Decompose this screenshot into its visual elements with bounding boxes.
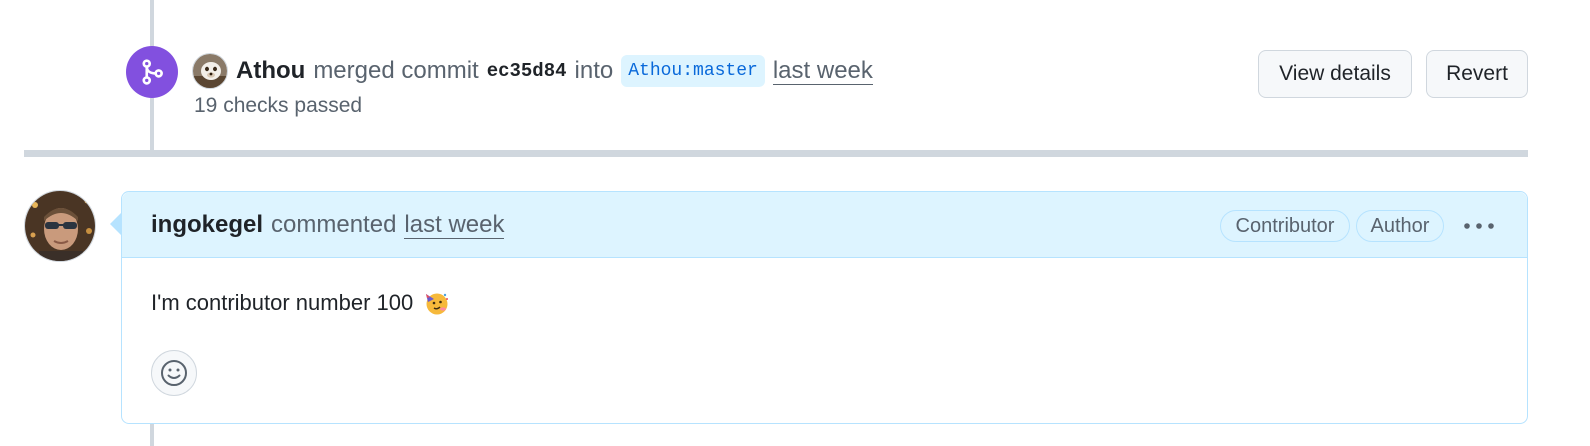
- comment-body: I'm contributor number 100: [151, 290, 449, 316]
- merge-summary: Athou merged commit ec35d84 into Athou:m…: [236, 52, 873, 90]
- comment-card: ingokegel commented last week Contributo…: [121, 191, 1528, 424]
- contributor-label: Contributor: [1220, 210, 1350, 242]
- timeline-divider: [24, 150, 1528, 157]
- comment-text: I'm contributor number 100: [151, 290, 414, 315]
- into-text: into: [574, 57, 614, 84]
- checks-status: 19 checks passed: [194, 94, 363, 117]
- merge-timestamp-link[interactable]: last week: [772, 57, 873, 85]
- avatar[interactable]: [24, 190, 96, 262]
- partying-face-icon: [423, 290, 449, 316]
- avatar[interactable]: [192, 53, 228, 89]
- revert-button[interactable]: Revert: [1426, 50, 1528, 98]
- comment-author-link[interactable]: ingokegel: [151, 211, 263, 239]
- view-details-button[interactable]: View details: [1258, 50, 1412, 98]
- add-reaction-button[interactable]: [151, 350, 197, 396]
- comment-header: ingokegel commented last week Contributo…: [122, 192, 1527, 258]
- comment-meta: ingokegel commented last week: [151, 208, 505, 242]
- kebab-horizontal-icon[interactable]: [1456, 212, 1502, 240]
- smiley-icon: [161, 360, 187, 386]
- comment-timestamp-link[interactable]: last week: [404, 211, 505, 239]
- commit-sha-link[interactable]: ec35d84: [487, 60, 567, 82]
- comment-action-text: commented: [271, 211, 397, 238]
- branch-name-link[interactable]: Athou:master: [621, 55, 765, 87]
- git-merge-icon: [126, 46, 178, 98]
- merge-action-text: merged commit: [313, 57, 479, 84]
- author-label: Author: [1356, 210, 1444, 242]
- merge-author-link[interactable]: Athou: [236, 57, 305, 85]
